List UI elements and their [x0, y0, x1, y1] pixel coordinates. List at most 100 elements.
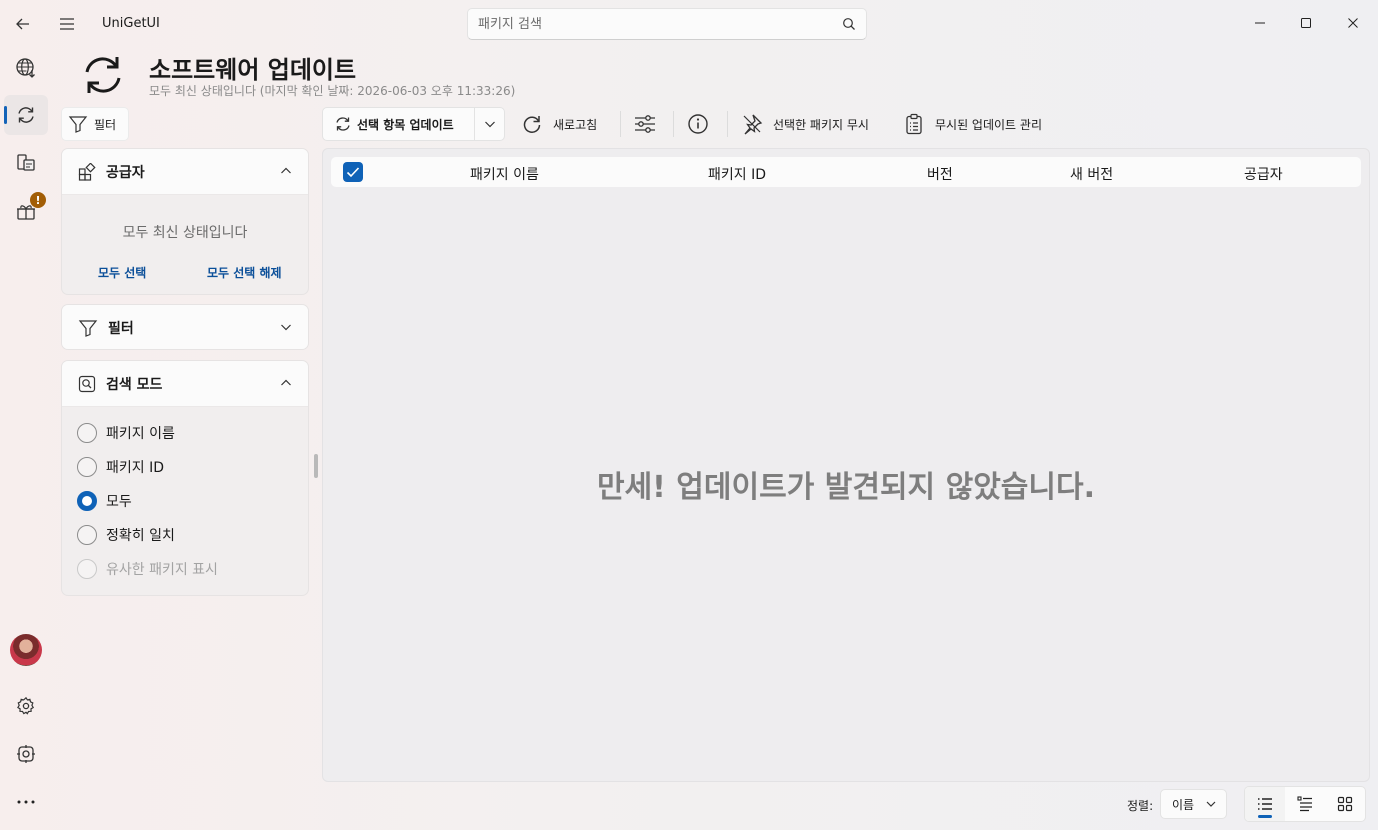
view-list-button[interactable] [1245, 787, 1285, 821]
radio-label: 패키지 이름 [106, 426, 175, 442]
view-details-button[interactable] [1285, 787, 1325, 821]
toolbar-separator [620, 111, 621, 137]
nav-help[interactable] [4, 734, 48, 774]
search-mode-card: 검색 모드 패키지 이름 패키지 ID 모두 정확히 일치 유사한 패키지 표시 [61, 360, 309, 596]
page-title: 소프트웨어 업데이트 [149, 56, 357, 84]
radio-label: 패키지 ID [106, 460, 164, 476]
update-selected-button[interactable]: 선택 항목 업데이트 [323, 108, 473, 140]
column-header-package-id[interactable]: 패키지 ID [708, 164, 766, 184]
sources-card-header[interactable]: 공급자 [62, 149, 308, 195]
view-mode-selector [1244, 786, 1366, 822]
radio-button[interactable] [77, 457, 97, 477]
update-selected-split-button: 선택 항목 업데이트 [322, 107, 505, 141]
clipboard-list-icon [906, 113, 922, 135]
nav-selected-indicator [4, 106, 7, 124]
sync-icon [336, 117, 350, 131]
nav-discover-packages[interactable] [4, 48, 48, 88]
maximize-button[interactable] [1283, 0, 1329, 46]
radio-button[interactable] [77, 423, 97, 443]
search-box[interactable] [467, 8, 867, 40]
sources-card: 공급자 모두 최신 상태입니다 모두 선택 모두 선택 해제 [61, 148, 309, 295]
nav-more[interactable] [4, 782, 48, 822]
deselect-all-link[interactable]: 모두 선택 해제 [207, 264, 282, 281]
app-title: UniGetUI [102, 16, 160, 31]
column-header-package-name[interactable]: 패키지 이름 [470, 164, 539, 184]
sources-card-title: 공급자 [106, 164, 145, 181]
search-mode-option-exact-match[interactable]: 정확히 일치 [77, 525, 175, 545]
sort-label: 정렬: [1127, 799, 1154, 813]
chevron-up-icon [280, 378, 292, 388]
filters-card: 필터 [61, 304, 309, 350]
search-mode-option-similar: 유사한 패키지 표시 [77, 559, 218, 579]
column-header-new-version[interactable]: 새 버전 [1070, 164, 1113, 184]
package-details-button[interactable] [687, 107, 709, 141]
chevron-down-icon [485, 121, 495, 128]
close-button[interactable] [1330, 0, 1376, 46]
filter-toggle-button[interactable]: 필터 [61, 107, 129, 141]
view-grid-button[interactable] [1325, 787, 1365, 821]
search-icon[interactable] [842, 17, 856, 31]
view-selected-indicator [1258, 815, 1272, 818]
refresh-icon [523, 116, 541, 133]
settings-sync-icon [17, 745, 35, 763]
menu-button[interactable] [52, 9, 82, 39]
ignore-selected-button[interactable]: 선택한 패키지 무시 [741, 107, 869, 141]
info-icon [688, 114, 708, 134]
search-mode-option-package-name[interactable]: 패키지 이름 [77, 423, 175, 443]
search-mode-card-title: 검색 모드 [106, 376, 163, 393]
sliders-icon [635, 115, 655, 133]
search-mode-card-header[interactable]: 검색 모드 [62, 361, 308, 407]
column-header-source[interactable]: 공급자 [1244, 164, 1283, 184]
filters-card-header[interactable]: 필터 [62, 305, 308, 349]
arrow-left-icon [16, 18, 29, 30]
sidebar-splitter-handle[interactable] [314, 454, 318, 478]
select-all-link[interactable]: 모두 선택 [98, 264, 146, 281]
refresh-button[interactable]: 새로고침 [521, 107, 597, 141]
minimize-button[interactable] [1237, 0, 1283, 46]
sort-value: 이름 [1172, 797, 1195, 812]
update-options-dropdown[interactable] [475, 108, 505, 140]
apps-add-icon [78, 162, 96, 181]
ignore-selected-label: 선택한 패키지 무시 [773, 117, 869, 132]
radio-button-checked[interactable] [77, 491, 97, 511]
more-dots-icon [17, 800, 35, 804]
maximize-icon [1301, 18, 1311, 28]
chevron-down-icon [280, 322, 292, 332]
search-mode-option-package-id[interactable]: 패키지 ID [77, 457, 164, 477]
search-box-icon [78, 375, 96, 392]
filters-card-title: 필터 [108, 321, 134, 337]
select-all-checkbox[interactable] [343, 162, 363, 182]
toolbar-separator [727, 111, 728, 137]
nav-settings[interactable] [4, 686, 48, 726]
column-header-version[interactable]: 버전 [927, 164, 953, 184]
user-avatar[interactable] [10, 634, 42, 666]
bundles-warning-badge: ! [30, 192, 46, 208]
options-button[interactable] [633, 107, 657, 141]
sync-icon [18, 107, 34, 123]
close-icon [1348, 18, 1358, 28]
radio-button-disabled [77, 559, 97, 579]
search-input[interactable] [478, 14, 828, 34]
radio-label: 정확히 일치 [106, 528, 175, 544]
chevron-up-icon [280, 166, 292, 176]
nav-installed-packages[interactable] [4, 143, 48, 183]
manage-ignored-updates-button[interactable]: 무시된 업데이트 관리 [903, 107, 1042, 141]
filter-icon [78, 320, 98, 337]
installed-apps-icon [17, 154, 35, 171]
search-mode-option-all[interactable]: 모두 [77, 491, 132, 511]
grid-icon [1337, 796, 1353, 812]
radio-button[interactable] [77, 525, 97, 545]
manage-ignored-label: 무시된 업데이트 관리 [935, 117, 1042, 132]
back-button[interactable] [8, 9, 38, 39]
globe-download-icon [16, 58, 35, 78]
gear-icon [17, 696, 35, 715]
minimize-icon [1255, 22, 1265, 24]
filter-toggle-label: 필터 [94, 117, 117, 132]
page-subtitle: 모두 최신 상태입니다 (마지막 확인 날짜: 2026-06-03 오후 11… [149, 84, 516, 98]
page-sync-icon [78, 50, 128, 100]
refresh-label: 새로고침 [553, 117, 598, 132]
checkmark-icon [346, 167, 360, 178]
nav-software-updates[interactable] [4, 95, 48, 135]
sort-dropdown[interactable]: 이름 [1160, 789, 1227, 819]
radio-label: 모두 [106, 494, 132, 510]
